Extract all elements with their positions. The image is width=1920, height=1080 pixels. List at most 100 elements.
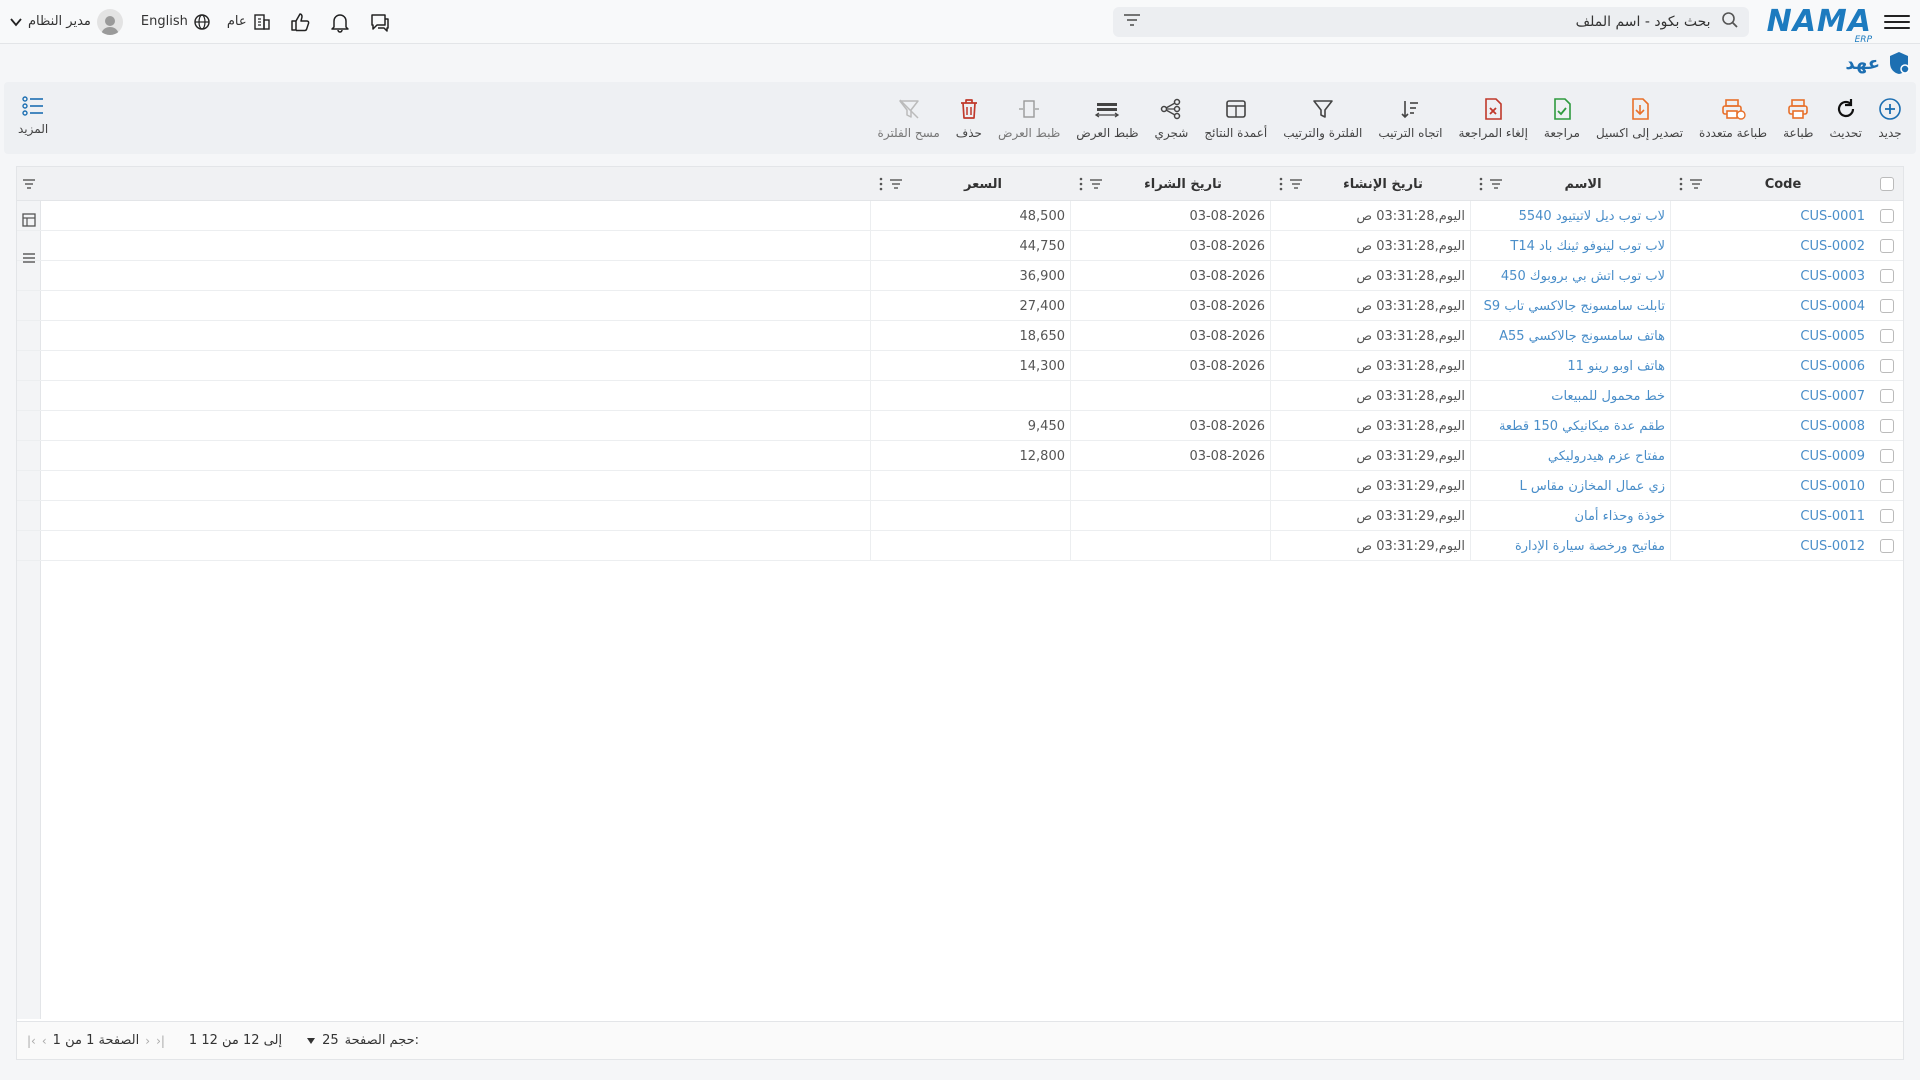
menu-icon[interactable] [1884,9,1910,35]
app-logo[interactable]: NAMA ERP [1767,4,1872,45]
fit-view-button-1[interactable]: ظبط العرض [1076,96,1139,140]
column-menu-icon[interactable] [1479,177,1483,191]
column-menu-icon[interactable] [1079,177,1083,191]
cell-name[interactable]: لاب توب لينوفو ثينك باد T14 [1471,231,1671,261]
table-row[interactable]: CUS-0001 لاب توب ديل لاتيتيود 5540 اليوم,0… [17,201,1903,231]
table-row[interactable]: CUS-0005 هاتف سامسونج جالاكسي A55 اليوم,03… [17,321,1903,351]
cell-code[interactable]: CUS-0006 [1671,351,1871,381]
cell-code[interactable]: CUS-0001 [1671,201,1871,231]
column-menu-icon[interactable] [1279,177,1283,191]
cell-name[interactable]: مفتاح عزم هيدروليكي [1471,441,1671,471]
cell-name[interactable]: مفاتيح ورخصة سيارة الإدارة [1471,531,1671,561]
select-all-checkbox[interactable] [1880,177,1894,191]
cell-code[interactable]: CUS-0003 [1671,261,1871,291]
multi-print-button[interactable]: طباعة متعددة [1699,96,1767,140]
last-page-icon[interactable]: ›| [156,1034,165,1048]
fit-width-icon [1095,103,1120,118]
row-checkbox[interactable] [1880,449,1894,463]
cell-name[interactable]: هاتف سامسونج جالاكسي A55 [1471,321,1671,351]
header-code[interactable]: Code [1671,167,1871,201]
filter-sort-button[interactable]: الفلترة والترتيب [1283,96,1362,140]
row-checkbox[interactable] [1880,269,1894,283]
cell-name[interactable]: تابلت سامسونج جالاكسي تاب S9 [1471,291,1671,321]
cell-code[interactable]: CUS-0007 [1671,381,1871,411]
row-checkbox[interactable] [1880,389,1894,403]
language-switch[interactable]: English [141,13,211,31]
review-button[interactable]: مراجعة [1544,96,1580,140]
next-page-icon[interactable]: › [145,1034,150,1048]
result-columns-button[interactable]: أعمدة النتائج [1204,96,1267,140]
row-checkbox[interactable] [1880,419,1894,433]
header-price[interactable]: السعر [871,167,1071,201]
column-menu-icon[interactable] [1679,177,1683,191]
bell-icon[interactable] [325,7,355,37]
column-filter-icon[interactable] [889,178,903,190]
row-checkbox[interactable] [1880,299,1894,313]
cell-code[interactable]: CUS-0012 [1671,531,1871,561]
header-created[interactable]: تاريخ الإنشاء [1271,167,1471,201]
header-purchase-date[interactable]: تاريخ الشراء [1071,167,1271,201]
row-checkbox[interactable] [1880,359,1894,373]
row-checkbox[interactable] [1880,239,1894,253]
search-icon[interactable] [1721,11,1739,33]
table-row[interactable]: CUS-0002 لاب توب لينوفو ثينك باد T14 اليوم… [17,231,1903,261]
row-checkbox[interactable] [1880,479,1894,493]
cell-code[interactable]: CUS-0005 [1671,321,1871,351]
cell-name[interactable]: لاب توب اتش بي بروبوك 450 [1471,261,1671,291]
cell-code[interactable]: CUS-0008 [1671,411,1871,441]
cell-name[interactable]: لاب توب ديل لاتيتيود 5540 [1471,201,1671,231]
column-filter-icon[interactable] [1089,178,1103,190]
prev-page-icon[interactable]: ‹ [42,1034,47,1048]
export-excel-button[interactable]: تصدير إلى اكسيل [1596,96,1683,140]
clear-filter-button[interactable]: مسح الفلترة [878,96,940,140]
sort-direction-label: اتجاه الترتيب [1378,126,1443,140]
row-checkbox[interactable] [1880,329,1894,343]
table-row[interactable]: CUS-0006 هاتف اوبو رينو 11 اليوم,03:31:28 … [17,351,1903,381]
row-checkbox[interactable] [1880,509,1894,523]
sort-direction-button[interactable]: اتجاه الترتيب [1378,96,1443,140]
table-row[interactable]: CUS-0007 خط محمول للمبيعات اليوم,03:31:28 … [17,381,1903,411]
cell-name[interactable]: هاتف اوبو رينو 11 [1471,351,1671,381]
search-filter-icon[interactable] [1123,13,1141,31]
cell-name[interactable]: خوذة وحذاء أمان [1471,501,1671,531]
table-row[interactable]: CUS-0010 زي عمال المخازن مقاس L اليوم,03:3… [17,471,1903,501]
more-button[interactable]: المزيد [18,94,48,136]
cell-name[interactable]: زي عمال المخازن مقاس L [1471,471,1671,501]
refresh-button[interactable]: تحديث [1829,96,1862,140]
cancel-review-button[interactable]: إلغاء المراجعة [1459,96,1528,140]
delete-button[interactable]: حذف [956,96,982,140]
first-page-icon[interactable]: |‹ [27,1034,36,1048]
cell-code[interactable]: CUS-0009 [1671,441,1871,471]
fit-view-label-2: ظبط العرض [997,126,1061,140]
column-menu-icon[interactable] [879,177,883,191]
header-name[interactable]: الاسم [1471,167,1671,201]
column-filter-icon[interactable] [1289,178,1303,190]
fit-view-button-2[interactable]: ظبط العرض [998,96,1060,140]
user-menu[interactable]: مدير النظام [10,8,123,35]
side-filter-toggle[interactable] [17,167,41,201]
row-checkbox[interactable] [1880,209,1894,223]
chat-icon[interactable] [365,7,395,37]
cell-code[interactable]: CUS-0011 [1671,501,1871,531]
column-filter-icon[interactable] [1489,178,1503,190]
table-row[interactable]: CUS-0009 مفتاح عزم هيدروليكي اليوم,03:31:2… [17,441,1903,471]
cell-code[interactable]: CUS-0002 [1671,231,1871,261]
cell-code[interactable]: CUS-0004 [1671,291,1871,321]
row-checkbox[interactable] [1880,539,1894,553]
search-input[interactable] [1148,12,1713,31]
cell-name[interactable]: طقم عدة ميكانيكي 150 قطعة [1471,411,1671,441]
cell-code[interactable]: CUS-0010 [1671,471,1871,501]
new-button[interactable]: جديد [1878,96,1902,140]
table-row[interactable]: CUS-0012 مفاتيح ورخصة سيارة الإدارة اليوم,… [17,531,1903,561]
table-row[interactable]: CUS-0011 خوذة وحذاء أمان اليوم,03:31:29 ص [17,501,1903,531]
table-row[interactable]: CUS-0004 تابلت سامسونج جالاكسي تاب S9 اليو… [17,291,1903,321]
scope-selector[interactable]: عام [227,12,272,32]
page-size-select[interactable]: 25 حجم الصفحة: [306,1033,419,1048]
cell-name[interactable]: خط محمول للمبيعات [1471,381,1671,411]
thumbs-up-icon[interactable] [285,7,315,37]
table-row[interactable]: CUS-0003 لاب توب اتش بي بروبوك 450 اليوم,0… [17,261,1903,291]
column-filter-icon[interactable] [1689,178,1703,190]
print-button[interactable]: طباعة [1783,96,1813,140]
table-row[interactable]: CUS-0008 طقم عدة ميكانيكي 150 قطعة اليوم,0… [17,411,1903,441]
tree-view-button[interactable]: شجري [1155,96,1188,140]
